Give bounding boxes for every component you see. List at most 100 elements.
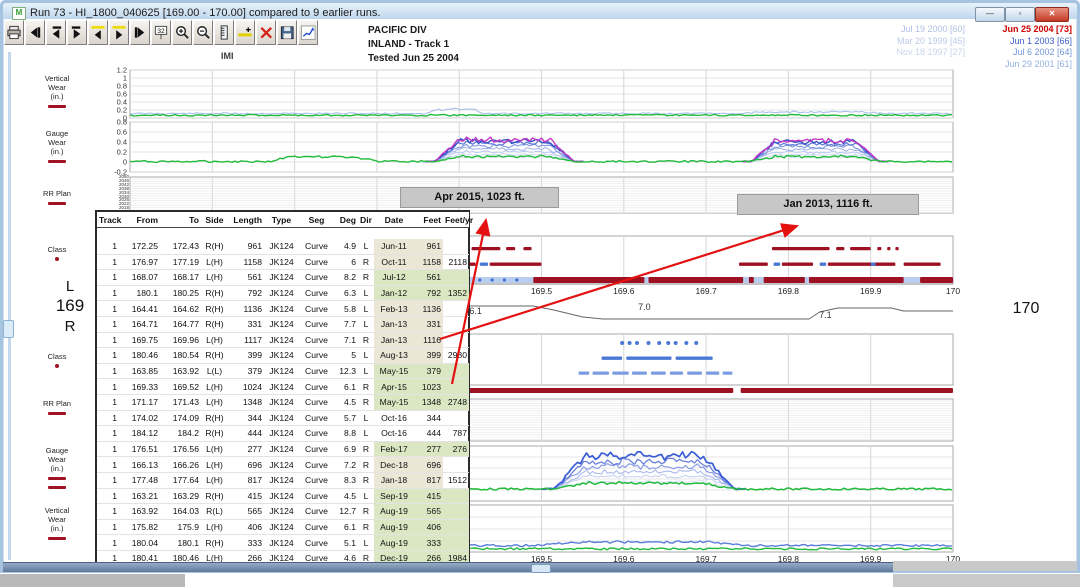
table-row[interactable]: 1174.02174.09R(H)344JK124Curve5.7LOct-16… — [97, 410, 469, 426]
class-segment-blue — [626, 357, 671, 360]
pane-splitter-handle[interactable] — [3, 320, 14, 338]
table-row[interactable]: 1184.12184.2R(H)444JK124Curve8.8LOct-164… — [97, 426, 469, 442]
rr-plan-top-label: RR Plan — [24, 189, 90, 207]
table-row[interactable]: 1176.97177.19L(H)1158JK124Curve6ROct-111… — [97, 254, 469, 270]
horizontal-scrollbar[interactable] — [3, 562, 893, 572]
table-row[interactable]: 1171.17171.43L(H)1348JK124Curve4.5RMay-1… — [97, 394, 469, 410]
column-header[interactable]: Seg — [299, 212, 334, 228]
table-cell: 180.04 — [119, 535, 160, 551]
last-page-button[interactable] — [130, 20, 150, 45]
table-cell: 333 — [228, 535, 264, 551]
table-row[interactable]: 1166.13166.26L(H)696JK124Curve7.2RDec-18… — [97, 457, 469, 473]
scroll-right-button[interactable] — [109, 20, 129, 45]
window-32-button[interactable]: 32 — [151, 20, 171, 45]
table-row[interactable]: 1180.46180.54R(H)399JK124Curve5LAug-1339… — [97, 348, 469, 364]
table-cell: L — [358, 488, 374, 504]
table-row[interactable]: 1163.21163.29R(H)415JK124Curve4.5LSep-19… — [97, 488, 469, 504]
table-cell: Aug-19 — [374, 535, 414, 551]
add-reference-line-button[interactable] — [235, 20, 255, 45]
table-row[interactable]: 1176.51176.56L(H)277JK124Curve6.9RFeb-17… — [97, 441, 469, 457]
table-row[interactable]: 1172.25172.43R(H)961JK124Curve4.9LJun-11… — [97, 239, 469, 254]
table-row[interactable]: 1164.41164.62R(H)1136JK124Curve5.8LFeb-1… — [97, 301, 469, 317]
table-row[interactable]: 1180.04180.1R(H)333JK124Curve5.1LAug-193… — [97, 535, 469, 551]
last-icon — [132, 24, 148, 41]
ruler-button[interactable] — [214, 20, 234, 45]
table-cell: 1 — [97, 239, 119, 254]
column-header[interactable]: Type — [264, 212, 299, 228]
pane-splitter[interactable] — [8, 52, 11, 560]
table-row[interactable]: 1168.07168.17L(H)561JK124Curve8.2RJul-12… — [97, 270, 469, 286]
table-cell: 6.1 — [334, 379, 358, 395]
table-cell: 6.3 — [334, 285, 358, 301]
axis-label-line: Gauge — [24, 446, 90, 455]
zoom-out-button[interactable] — [193, 20, 213, 45]
jump-back-button[interactable] — [46, 20, 66, 45]
table-row[interactable]: 1177.48177.64L(H)817JK124Curve8.3RJan-18… — [97, 472, 469, 488]
column-header[interactable]: From — [119, 212, 160, 228]
profile-speed-label: 7.0 — [638, 302, 651, 312]
gauge-wear-run-line — [542, 464, 746, 490]
table-cell: 184.12 — [119, 426, 160, 442]
table-cell: 399 — [414, 348, 443, 364]
y-axis-tick: 0 — [123, 158, 127, 167]
table-cell: Curve — [299, 363, 334, 379]
series-line — [130, 108, 952, 114]
scrollbar-thumb[interactable] — [531, 564, 551, 573]
table-row[interactable]: 1169.75169.96L(H)1117JK124Curve7.1RJan-1… — [97, 332, 469, 348]
gauge-wear-run-line — [742, 148, 889, 162]
series-color-marker — [24, 482, 90, 491]
table-cell: 7.7 — [334, 316, 358, 332]
first-page-button[interactable] — [25, 20, 45, 45]
table-cell: 1158 — [228, 254, 264, 270]
class-segment-red — [772, 247, 830, 250]
column-header[interactable]: Length — [228, 212, 264, 228]
table-cell: 8.3 — [334, 472, 358, 488]
table-row[interactable]: 1163.85163.92L(L)379JK124Curve12.3LMay-1… — [97, 363, 469, 379]
table-row[interactable]: 1175.82175.9L(H)406JK124Curve6.1RAug-194… — [97, 519, 469, 535]
zoom-in-button[interactable] — [172, 20, 192, 45]
table-cell: R — [358, 519, 374, 535]
table-cell — [443, 457, 469, 473]
table-cell: 171.17 — [119, 394, 160, 410]
column-header[interactable]: Dir — [358, 212, 374, 228]
delete-button[interactable] — [256, 20, 276, 45]
run-legend-item: Jun 25 2004 [73] — [954, 24, 1072, 36]
table-row[interactable]: 1163.92164.03R(L)565JK124Curve12.7RAug-1… — [97, 504, 469, 520]
column-header[interactable]: Feet — [414, 212, 443, 228]
class-bar-dot — [503, 278, 506, 281]
axis-label-line: Wear — [24, 515, 90, 524]
minimize-button[interactable]: — — [975, 7, 1005, 22]
scroll-left-button[interactable] — [88, 20, 108, 45]
table-cell: 177.64 — [160, 472, 201, 488]
class-bar-dot — [491, 278, 494, 281]
table-cell: JK124 — [264, 457, 299, 473]
column-header[interactable]: Side — [201, 212, 228, 228]
print-button[interactable] — [4, 20, 24, 45]
trend-chart-button[interactable] — [298, 20, 318, 45]
table-cell: R(H) — [201, 535, 228, 551]
curve-wear-table[interactable]: TrackFromToSideLengthTypeSegDegDirDateFe… — [95, 210, 470, 568]
table-row[interactable]: 1169.33169.52L(H)1024JK124Curve6.1RApr-1… — [97, 379, 469, 395]
close-button[interactable]: ✕ — [1035, 7, 1069, 22]
class-bar-dot — [515, 278, 518, 281]
table-cell: 399 — [228, 348, 264, 364]
title-bar[interactable]: M Run 73 - HI_1800_040625 [169.00 - 170.… — [3, 3, 1077, 19]
jump-forward-button[interactable] — [67, 20, 87, 45]
column-header[interactable]: Date — [374, 212, 414, 228]
column-header[interactable]: Track — [97, 212, 119, 228]
save-button[interactable] — [277, 20, 297, 45]
y-axis-tick: 0.6 — [117, 90, 127, 99]
table-row[interactable]: 1180.1180.25R(H)792JK124Curve6.3LJan-127… — [97, 285, 469, 301]
table-cell: 2118 — [443, 254, 469, 270]
table-cell: 1 — [97, 410, 119, 426]
column-header[interactable]: To — [160, 212, 201, 228]
table-cell: 1 — [97, 316, 119, 332]
table-cell: Apr-15 — [374, 379, 414, 395]
profile-speed-label: 7.1 — [819, 310, 832, 320]
column-header[interactable]: Deg — [334, 212, 358, 228]
table-cell: 8.8 — [334, 426, 358, 442]
column-header[interactable]: Feet/yr — [443, 212, 469, 228]
class-segment-red — [904, 263, 941, 266]
table-row[interactable]: 1164.71164.77R(H)331JK124Curve7.7LJan-13… — [97, 316, 469, 332]
maximize-button[interactable]: ▫ — [1005, 7, 1035, 22]
